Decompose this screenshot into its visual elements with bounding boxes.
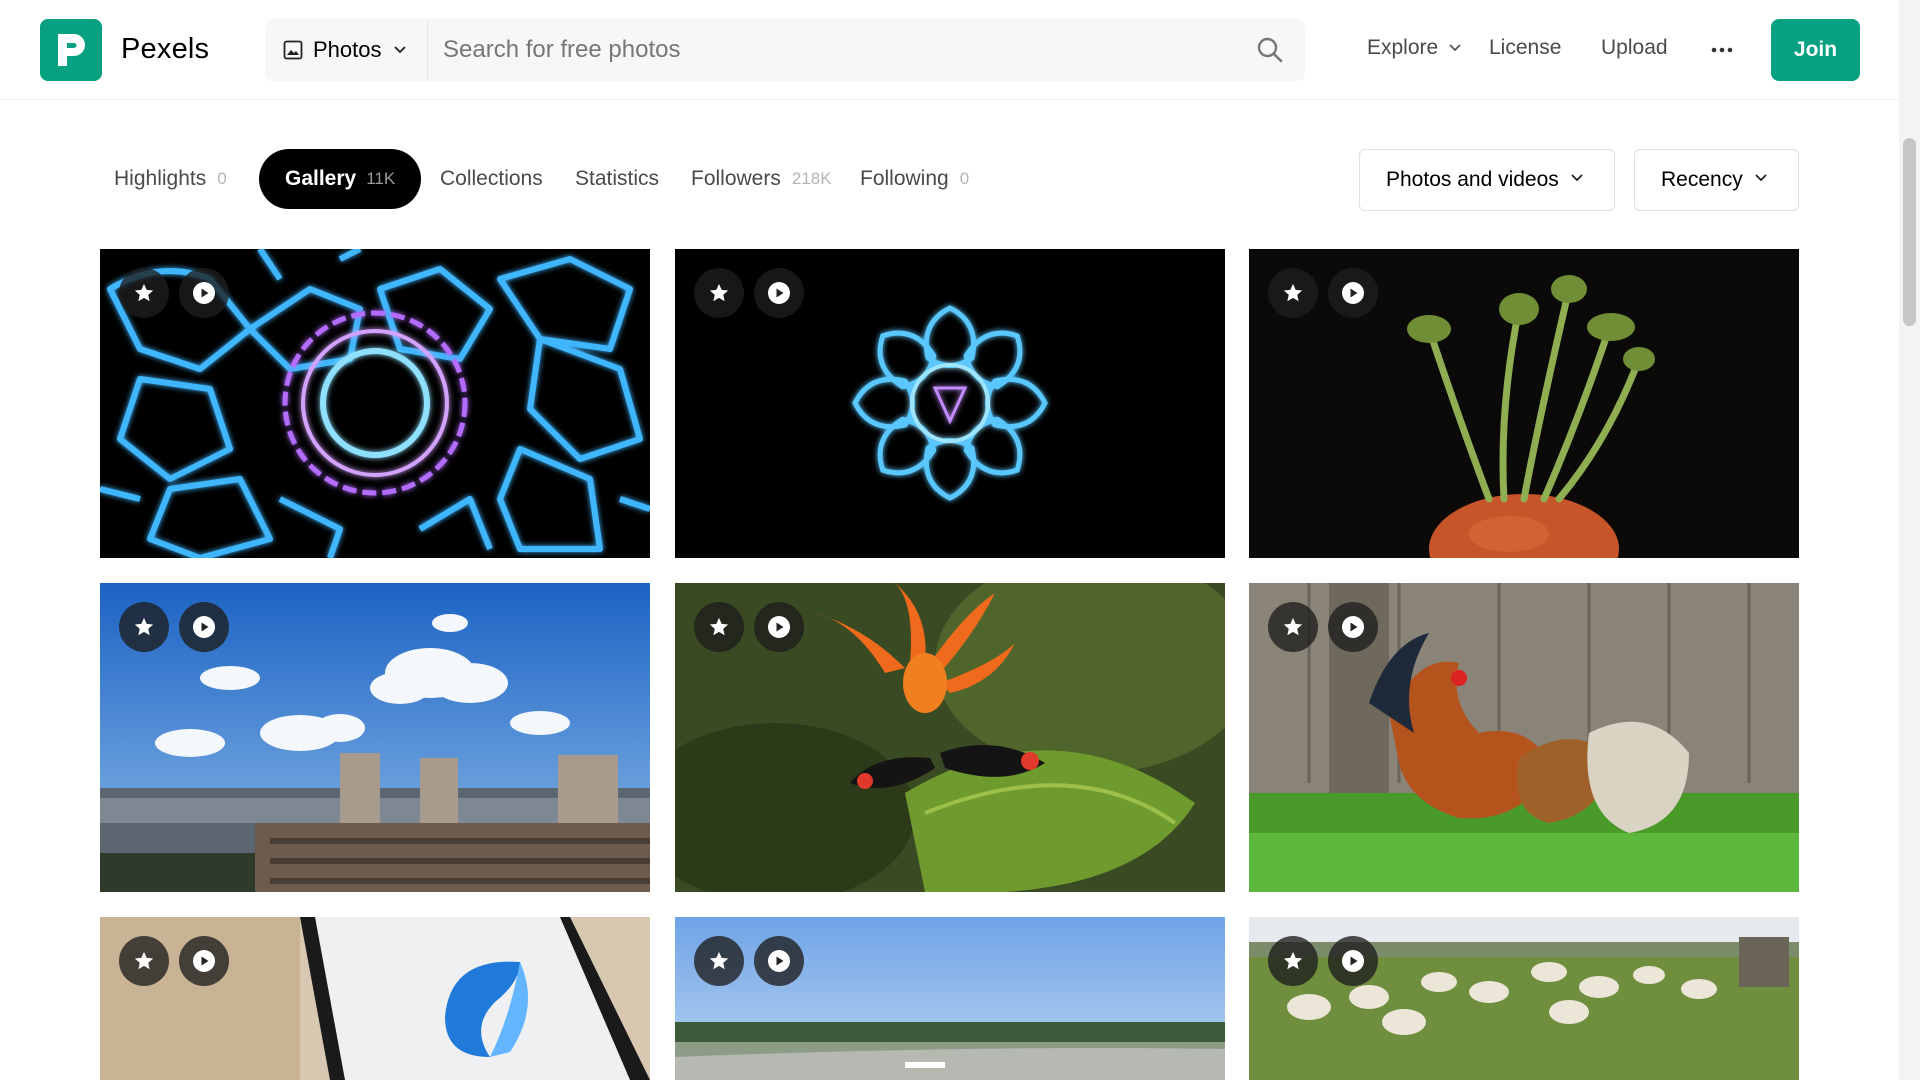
tab-label: Collections [440,167,543,190]
star-icon[interactable] [1268,268,1318,318]
tab-label: Gallery [285,167,357,190]
play-icon[interactable] [179,268,229,318]
play-icon[interactable] [754,602,804,652]
tab-collections[interactable]: Collections [440,149,543,209]
chevron-down-icon [1449,44,1461,52]
star-icon[interactable] [119,936,169,986]
nav-explore[interactable]: Explore [1367,36,1462,60]
media-filter-dropdown[interactable]: Photos and videos [1359,149,1615,211]
gallery-item-runway[interactable] [675,917,1225,1080]
chevron-down-icon [393,46,406,54]
pexels-logo-icon[interactable] [40,19,102,81]
play-icon[interactable] [179,936,229,986]
video-thumbnail [675,917,1225,1080]
chevron-down-icon [1571,174,1583,182]
video-thumbnail [100,917,650,1080]
tab-count: 11K [366,169,396,188]
play-icon[interactable] [1328,268,1378,318]
tab-count: 0 [959,169,970,188]
tab-label: Highlights [114,167,207,190]
tab-gallery[interactable]: Gallery 11K [259,149,422,209]
page-scrollbar[interactable] [1899,0,1920,1080]
scrollbar-thumb[interactable] [1903,138,1916,326]
image-icon [283,40,303,60]
search-type-label: Photos [313,37,382,62]
gallery-item-butterfly[interactable] [675,583,1225,892]
tab-following[interactable]: Following 0 [860,149,969,209]
star-icon[interactable] [694,268,744,318]
video-thumbnail [1249,917,1799,1080]
search-type-select[interactable]: Photos [265,19,428,81]
gallery-item-rooster[interactable] [1249,583,1799,892]
nav-upload[interactable]: Upload [1601,36,1668,60]
media-filter-label: Photos and videos [1386,168,1559,191]
gallery-item-neon-mandala[interactable] [675,249,1225,558]
tab-label: Following [860,167,949,190]
play-icon[interactable] [754,268,804,318]
sort-label: Recency [1661,168,1743,191]
play-icon[interactable] [1328,936,1378,986]
star-icon[interactable] [1268,936,1318,986]
top-navigation-bar: Pexels Photos Explore License Upload Joi… [0,0,1899,100]
star-icon[interactable] [119,268,169,318]
tab-label: Followers [691,167,781,190]
chevron-down-icon [1755,174,1767,182]
gallery-item-sheep[interactable] [1249,917,1799,1080]
search-input[interactable] [443,30,1223,70]
gallery-item-carrot[interactable] [1249,249,1799,558]
join-button[interactable]: Join [1771,19,1860,81]
search-bar: Photos [265,19,1305,81]
tab-highlights[interactable]: Highlights 0 [114,149,227,209]
tab-count: 0 [217,169,227,188]
tab-followers[interactable]: Followers 218K [691,149,832,209]
gallery-item-city-sky[interactable] [100,583,650,892]
star-icon[interactable] [694,602,744,652]
gallery-item-neon-voronoi[interactable] [100,249,650,558]
sort-dropdown[interactable]: Recency [1634,149,1799,211]
tab-label: Statistics [575,167,660,190]
tab-count: 218K [791,169,832,188]
tab-statistics[interactable]: Statistics [575,149,659,209]
brand-name[interactable]: Pexels [121,33,209,66]
play-icon[interactable] [179,602,229,652]
play-icon[interactable] [1328,602,1378,652]
nav-explore-label: Explore [1367,36,1439,59]
more-dots-icon[interactable] [1710,38,1734,62]
gallery-item-monitor[interactable] [100,917,650,1080]
star-icon[interactable] [119,602,169,652]
nav-license[interactable]: License [1489,36,1561,60]
star-icon[interactable] [1268,602,1318,652]
star-icon[interactable] [694,936,744,986]
play-icon[interactable] [754,936,804,986]
search-icon[interactable] [1255,35,1285,65]
